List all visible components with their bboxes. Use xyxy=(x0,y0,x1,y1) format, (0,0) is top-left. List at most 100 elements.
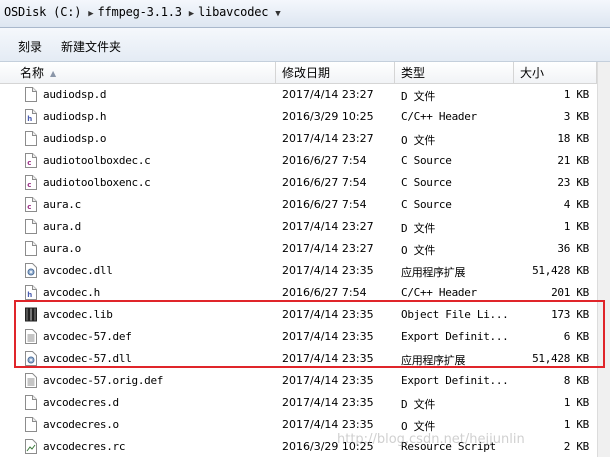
file-date: 2017/4/14 23:35 xyxy=(282,330,374,343)
file-date: 2017/4/14 23:35 xyxy=(282,396,374,409)
column-date[interactable]: 修改日期 xyxy=(276,62,395,83)
file-row[interactable]: avcodec.lib 2017/4/14 23:35 Object File Li… xyxy=(0,304,597,326)
file-date: 2016/3/29 10:25 xyxy=(282,440,374,453)
chevron-right-icon[interactable]: ▶ xyxy=(189,9,194,19)
file-row[interactable]: avcodec-57.def 2017/4/14 23:35 Export Defi… xyxy=(0,326,597,348)
file-date: 2017/4/14 23:35 xyxy=(282,352,374,365)
file-date: 2017/4/14 23:35 xyxy=(282,418,374,431)
file-size: 3 KB xyxy=(563,110,590,123)
file-size: 23 KB xyxy=(557,176,589,189)
file-size: 21 KB xyxy=(557,154,589,167)
file-name: audiotoolboxdec.c xyxy=(43,154,151,167)
file-name: avcodec-57.dll xyxy=(43,352,132,365)
file-row[interactable]: avcodecres.d 2017/4/14 23:35 D 文件 1 KB xyxy=(0,392,597,414)
file-date: 2016/6/27 7:54 xyxy=(282,198,367,211)
file-type: 应用程序扩展 xyxy=(401,266,466,279)
breadcrumb-ffmpeg[interactable]: ffmpeg-3.1.3 xyxy=(98,5,182,19)
column-type-label: 类型 xyxy=(401,66,426,80)
file-size: 1 KB xyxy=(563,88,590,101)
file-name: avcodec.dll xyxy=(43,264,113,277)
column-size-label: 大小 xyxy=(520,66,545,80)
file-date: 2016/6/27 7:54 xyxy=(282,154,367,167)
text-file-icon xyxy=(25,329,37,344)
file-date: 2016/3/29 10:25 xyxy=(282,110,374,123)
file-date: 2017/4/14 23:27 xyxy=(282,88,374,101)
file-date: 2017/4/14 23:27 xyxy=(282,132,374,145)
file-name: aura.o xyxy=(43,242,81,255)
file-row[interactable]: avcodecres.rc 2016/3/29 10:25 Resource Scr… xyxy=(0,436,597,457)
file-row[interactable]: avcodec-57.dll 2017/4/14 23:35 应用程序扩展 51,42… xyxy=(0,348,597,370)
file-name: avcodec.h xyxy=(43,286,100,299)
file-type: Resource Script xyxy=(401,440,496,453)
file-row[interactable]: avcodec-57.orig.def 2017/4/14 23:35 Export… xyxy=(0,370,597,392)
file-type: Export Definit... xyxy=(401,374,509,387)
breadcrumb-drive[interactable]: OSDisk (C:) xyxy=(4,5,81,19)
column-name-label: 名称 xyxy=(20,66,45,80)
file-date: 2017/4/14 23:35 xyxy=(282,374,374,387)
file-type: Export Definit... xyxy=(401,330,509,343)
file-name: audiodsp.h xyxy=(43,110,107,123)
file-date: 2017/4/14 23:27 xyxy=(282,242,374,255)
chevron-right-icon[interactable]: ▶ xyxy=(88,9,93,19)
file-size: 36 KB xyxy=(557,242,589,255)
c-source-icon: c xyxy=(25,153,37,168)
file-row[interactable]: audiodsp.o 2017/4/14 23:27 O 文件 18 KB xyxy=(0,128,597,150)
blank-file-icon xyxy=(25,219,37,234)
sort-up-icon: ▲ xyxy=(50,68,57,78)
column-size[interactable]: 大小 xyxy=(514,62,597,83)
library-file-icon xyxy=(25,307,37,322)
address-bar[interactable]: OSDisk (C:) ▶ ffmpeg-3.1.3 ▶ libavcodec ▼ xyxy=(0,0,610,28)
file-name: avcodec-57.def xyxy=(43,330,132,343)
column-name[interactable]: 名称 ▲ xyxy=(14,62,276,83)
svg-text:c: c xyxy=(27,203,31,211)
chevron-down-icon[interactable]: ▼ xyxy=(275,9,280,19)
file-row[interactable]: audiodsp.d 2017/4/14 23:27 D 文件 1 KB xyxy=(0,84,597,106)
c-source-icon: c xyxy=(25,197,37,212)
file-row[interactable]: h avcodec.h 2016/6/27 7:54 C/C++ Header 201 … xyxy=(0,282,597,304)
breadcrumb-libavcodec[interactable]: libavcodec xyxy=(198,5,268,19)
toolbar: 刻录 新建文件夹 xyxy=(0,28,610,62)
blank-file-icon xyxy=(25,131,37,146)
file-row[interactable]: aura.o 2017/4/14 23:27 O 文件 36 KB xyxy=(0,238,597,260)
file-date: 2017/4/14 23:35 xyxy=(282,264,374,277)
file-row[interactable]: h audiodsp.h 2016/3/29 10:25 C/C++ Header 3 … xyxy=(0,106,597,128)
file-type: Object File Li... xyxy=(401,308,509,321)
file-row[interactable]: c audiotoolboxenc.c 2016/6/27 7:54 C Source… xyxy=(0,172,597,194)
file-type: D 文件 xyxy=(401,222,436,235)
header-file-icon: h xyxy=(25,109,37,124)
burn-button[interactable]: 刻录 xyxy=(18,38,42,55)
blank-file-icon xyxy=(25,395,37,410)
file-type: C Source xyxy=(401,198,452,211)
file-name: audiodsp.d xyxy=(43,88,107,101)
file-name: avcodec-57.orig.def xyxy=(43,374,164,387)
file-name: avcodecres.d xyxy=(43,396,119,409)
file-row[interactable]: avcodec.dll 2017/4/14 23:35 应用程序扩展 51,428 K… xyxy=(0,260,597,282)
file-type: C Source xyxy=(401,176,452,189)
file-size: 8 KB xyxy=(563,374,590,387)
file-type: O 文件 xyxy=(401,244,436,257)
new-folder-button[interactable]: 新建文件夹 xyxy=(61,38,121,55)
file-row[interactable]: c audiotoolboxdec.c 2016/6/27 7:54 C Source… xyxy=(0,150,597,172)
column-header: 名称 ▲ 修改日期 类型 大小 xyxy=(0,62,610,84)
file-type: D 文件 xyxy=(401,90,436,103)
breadcrumb: OSDisk (C:) ▶ ffmpeg-3.1.3 ▶ libavcodec ▼ xyxy=(4,5,284,19)
file-size: 51,428 KB xyxy=(532,352,589,365)
svg-text:c: c xyxy=(27,159,31,167)
file-name: audiodsp.o xyxy=(43,132,107,145)
column-type[interactable]: 类型 xyxy=(395,62,514,83)
dll-gear-icon xyxy=(25,263,37,278)
file-row[interactable]: aura.d 2017/4/14 23:27 D 文件 1 KB xyxy=(0,216,597,238)
svg-text:c: c xyxy=(27,181,31,189)
file-row[interactable]: avcodecres.o 2017/4/14 23:35 O 文件 1 KB xyxy=(0,414,597,436)
file-size: 1 KB xyxy=(563,396,590,409)
file-size: 51,428 KB xyxy=(532,264,589,277)
file-size: 6 KB xyxy=(563,330,590,343)
vertical-scrollbar[interactable] xyxy=(597,62,610,457)
file-type: C/C++ Header xyxy=(401,286,477,299)
file-size: 2 KB xyxy=(563,440,590,453)
text-file-icon xyxy=(25,373,37,388)
header-file-icon: h xyxy=(25,285,37,300)
file-size: 201 KB xyxy=(551,286,589,299)
file-row[interactable]: c aura.c 2016/6/27 7:54 C Source 4 KB xyxy=(0,194,597,216)
file-name: aura.c xyxy=(43,198,81,211)
